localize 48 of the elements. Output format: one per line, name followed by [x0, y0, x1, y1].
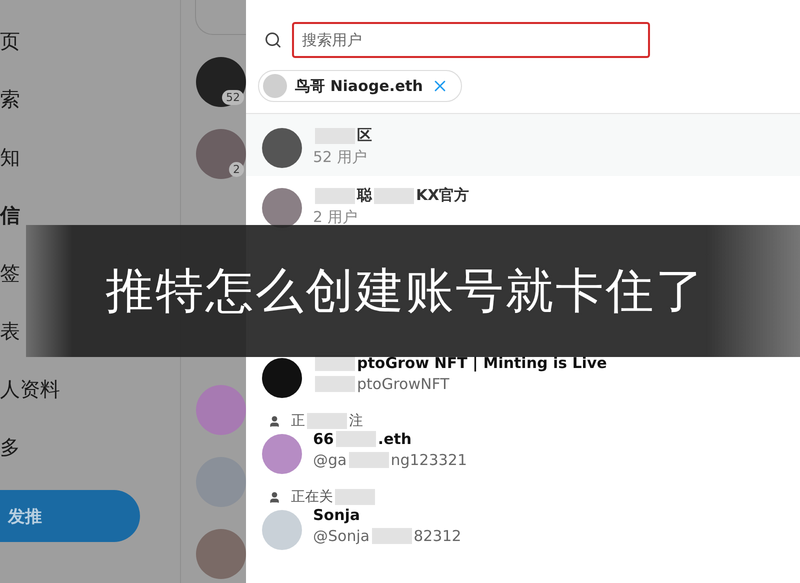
blurred-area: [336, 431, 376, 447]
blurred-area: [315, 188, 355, 204]
selected-user-chip[interactable]: 鸟哥 Niaoge.eth: [258, 70, 462, 102]
person-icon: [268, 490, 281, 504]
blurred-area: [372, 528, 412, 544]
member-count: 52: [222, 90, 244, 105]
user-handle: ptoGrowNFT: [357, 375, 450, 393]
user-handle: 82312: [414, 527, 462, 545]
follow-status: 正在关: [291, 488, 333, 506]
blurred-area: [307, 413, 347, 429]
search-field[interactable]: 搜索用户: [292, 22, 650, 58]
user-handle: ng123321: [390, 451, 468, 469]
member-count: 52 用户: [313, 148, 367, 167]
follow-status: 正: [291, 412, 305, 430]
blurred-area: [315, 376, 355, 392]
user-handle: @ga: [313, 451, 347, 469]
nav-item[interactable]: 索: [0, 86, 20, 113]
user-avatar: [262, 510, 302, 550]
user-name: 66: [313, 430, 334, 448]
blurred-area: [374, 188, 414, 204]
blurred-area: [348, 452, 389, 468]
user-avatar: [262, 358, 302, 398]
nav-item[interactable]: 多: [0, 434, 20, 461]
blurred-area: [335, 489, 375, 505]
member-count: 2 用户: [313, 208, 358, 227]
nav-item[interactable]: 签: [0, 260, 20, 287]
group-name: KX官方: [416, 186, 470, 205]
person-icon: [268, 414, 281, 428]
nav-item[interactable]: 页: [0, 28, 20, 55]
chip-label: 鸟哥 Niaoge.eth: [295, 76, 423, 96]
follow-status: 注: [349, 412, 363, 430]
user-name: .eth: [378, 430, 412, 448]
avatar: [263, 74, 287, 98]
user-name: Sonja: [313, 506, 360, 524]
nav-item[interactable]: 知: [0, 144, 20, 171]
group-avatar: [262, 128, 302, 168]
nav-item[interactable]: 表: [0, 318, 20, 345]
caption-title: 推特怎么创建账号就卡住了: [106, 262, 706, 321]
compose-button[interactable]: 发推: [0, 490, 140, 542]
search-icon: [264, 31, 282, 49]
group-name: 区: [357, 126, 372, 145]
user-handle: @Sonja: [313, 527, 370, 545]
group-name: 聪: [357, 186, 372, 205]
user-name: ptoGrow NFT | Minting is Live: [357, 354, 607, 372]
nav-item[interactable]: 人资料: [0, 376, 60, 403]
user-avatar: [262, 434, 302, 474]
group-avatar: [262, 188, 302, 228]
avatar[interactable]: [196, 57, 246, 107]
